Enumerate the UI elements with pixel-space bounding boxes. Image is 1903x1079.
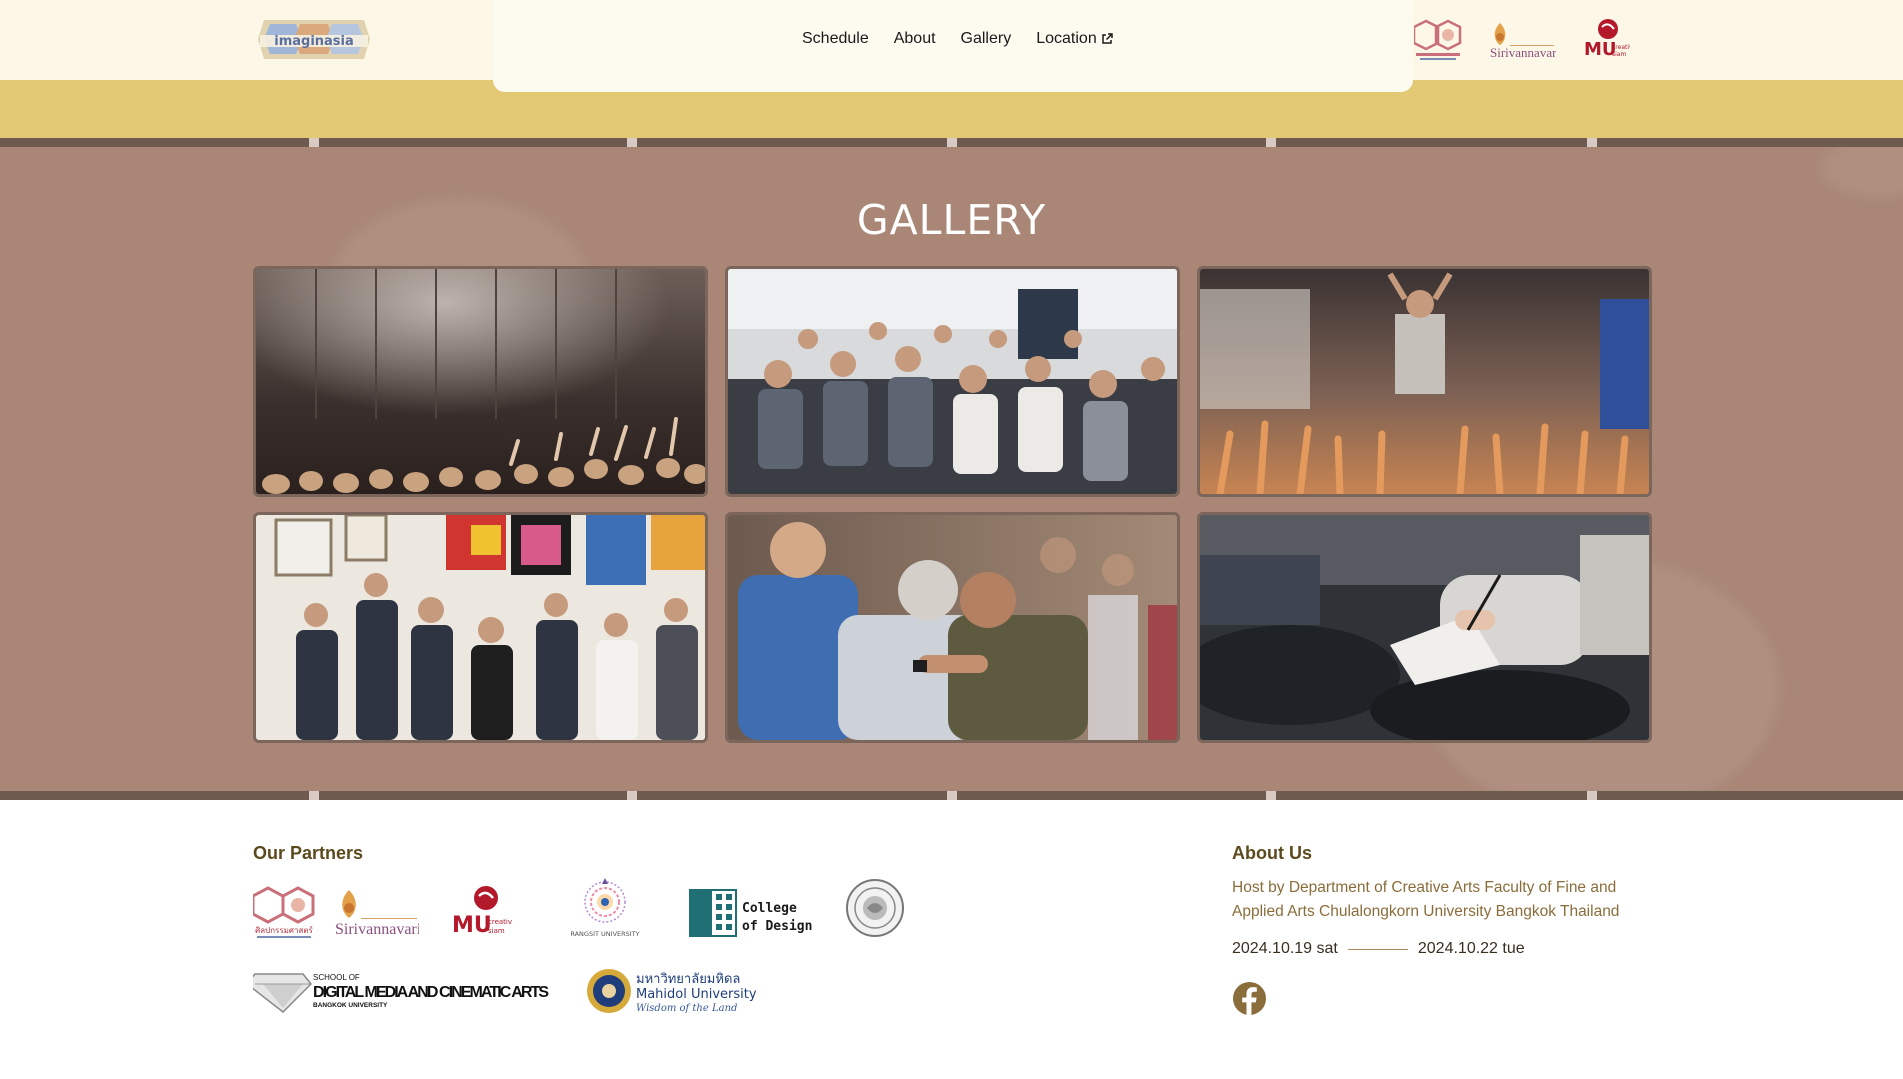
svg-text:creative: creative: [488, 918, 512, 926]
raised-hands-photo[interactable]: [1197, 266, 1652, 497]
top-rail: [0, 138, 1903, 147]
svg-text:DIGITAL MEDIA AND CINEMATIC AR: DIGITAL MEDIA AND CINEMATIC ARTS: [313, 984, 549, 1001]
gallery-title: GALLERY: [856, 196, 1047, 244]
facebook-icon[interactable]: [1232, 981, 1267, 1016]
partners-title: Our Partners: [253, 843, 364, 863]
svg-text:siam: siam: [1612, 51, 1626, 58]
svg-text:ศิลปกรรมศาสตร์: ศิลปกรรมศาสตร์: [255, 925, 313, 935]
svg-text:RANGSIT UNIVERSITY: RANGSIT UNIVERSITY: [570, 930, 639, 938]
bangkok-university-logo[interactable]: SCHOOL OF DIGITAL MEDIA AND CINEMATIC AR…: [253, 968, 553, 1014]
svg-text:of Design: of Design: [742, 919, 812, 934]
event-dates: 2024.10.19 sat 2024.10.22 tue: [1232, 940, 1525, 958]
svg-text:siam: siam: [488, 927, 505, 935]
brand-logo-text: imaginasia: [274, 34, 354, 49]
nav-location[interactable]: Location: [1036, 30, 1113, 48]
svg-text:College: College: [742, 901, 797, 916]
about-text: Host by Department of Creative Arts Facu…: [1232, 879, 1620, 920]
note-taking-photo[interactable]: [1197, 512, 1652, 743]
svg-text:Mahidol University: Mahidol University: [636, 987, 757, 1002]
svg-text:Sirivannavari: Sirivannavari: [1490, 45, 1556, 60]
imaginasia-logo[interactable]: imaginasia: [256, 18, 372, 61]
art-workshop-photo[interactable]: [253, 512, 708, 743]
date-separator: [1347, 948, 1408, 950]
svg-text:Wisdom of the Land: Wisdom of the Land: [636, 1003, 737, 1014]
rangsit-university-logo[interactable]: RANGSIT UNIVERSITY: [567, 876, 643, 940]
nav-schedule[interactable]: Schedule: [802, 30, 869, 48]
date-start: 2024.10.19 sat: [1232, 940, 1338, 957]
sirivannavari-logo[interactable]: Sirivannavari: [333, 884, 419, 940]
fine-arts-chula-logo[interactable]: ศิลปกรรมศาสตร์: [253, 884, 315, 940]
hugging-men-photo[interactable]: [725, 512, 1180, 743]
seated-audience-photo[interactable]: [725, 266, 1180, 497]
svg-text:Sirivannavari: Sirivannavari: [335, 921, 419, 938]
svg-text:creative: creative: [1612, 44, 1630, 51]
svg-text:SCHOOL OF: SCHOOL OF: [313, 973, 360, 982]
nav-gallery[interactable]: Gallery: [961, 30, 1012, 48]
header-partner-logos: Sirivannavari MU creative siam: [1414, 17, 1630, 61]
date-end: 2024.10.22 tue: [1417, 940, 1525, 957]
college-of-design-logo[interactable]: College of Design: [688, 886, 812, 940]
bottom-rail: [0, 791, 1903, 800]
gallery-grid: [253, 266, 1652, 743]
mu-creative-siam-logo[interactable]: MU creative siam: [452, 884, 512, 940]
about-title: About Us: [1232, 843, 1312, 863]
concert-crowd-photo[interactable]: [253, 266, 708, 497]
mahidol-university-logo[interactable]: มหาวิทยาลัยมหิดล Mahidol University Wisd…: [586, 966, 760, 1016]
main-nav: Schedule About Gallery Location: [802, 30, 1113, 48]
nav-about[interactable]: About: [894, 30, 936, 48]
fine-arts-chula-logo[interactable]: [1414, 17, 1462, 61]
svg-text:BANGKOK UNIVERSITY: BANGKOK UNIVERSITY: [313, 1002, 388, 1009]
svg-text:มหาวิทยาลัยมหิดล: มหาวิทยาลัยมหิดล: [636, 972, 740, 987]
seal-logo[interactable]: [845, 878, 905, 938]
sirivannavari-logo[interactable]: Sirivannavari: [1488, 17, 1556, 61]
mu-creative-siam-logo[interactable]: MU creative siam: [1582, 17, 1630, 61]
external-link-icon: [1101, 33, 1113, 44]
svg-text:MU: MU: [452, 913, 492, 938]
